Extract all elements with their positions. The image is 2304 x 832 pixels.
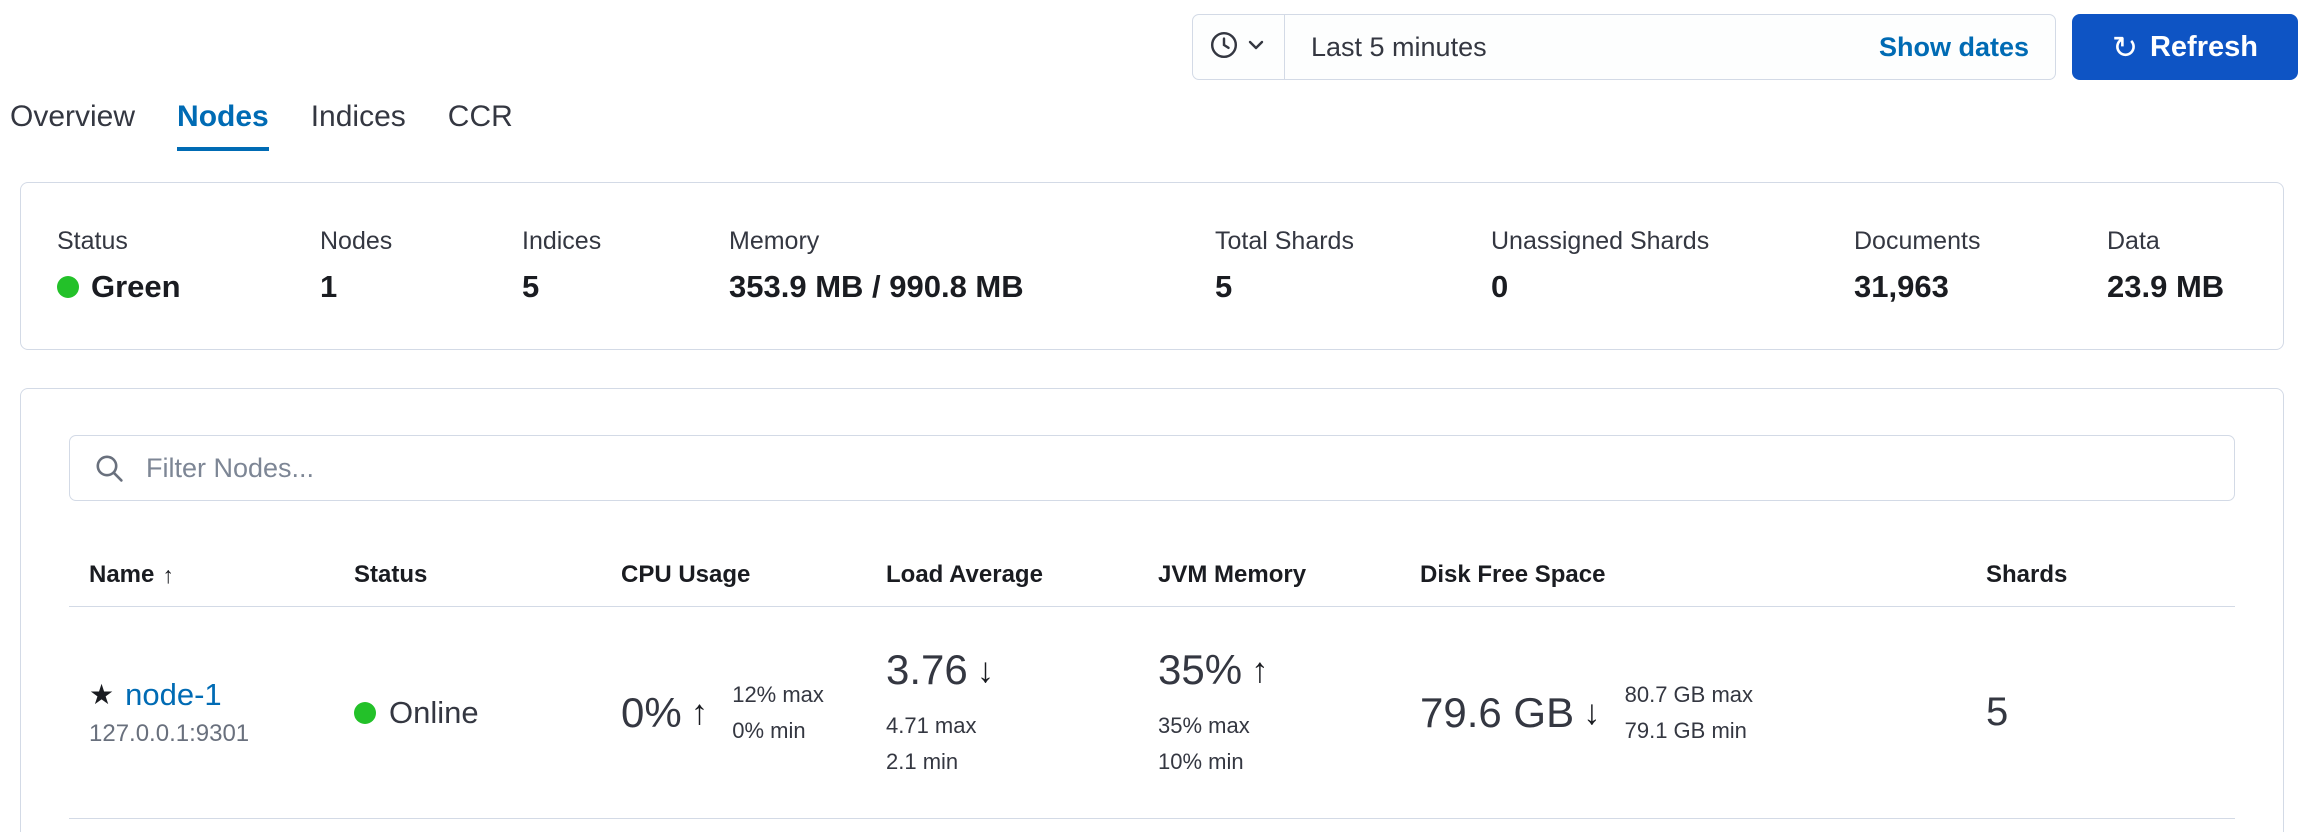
disk-free-space-value: 79.6 GB — [1420, 689, 1574, 737]
refresh-button[interactable]: ↻ Refresh — [2072, 14, 2298, 80]
node-name-cell: ★ node-1 127.0.0.1:9301 — [69, 677, 354, 748]
stat-label: Nodes — [320, 227, 522, 256]
search-icon — [93, 452, 125, 489]
node-status-cell: Online — [354, 695, 621, 731]
stat-indices: Indices 5 — [522, 227, 729, 305]
column-header-disk-free-space[interactable]: Disk Free Space — [1420, 561, 1986, 589]
stat-nodes: Nodes 1 — [320, 227, 522, 305]
tab-nodes[interactable]: Nodes — [177, 100, 269, 151]
stat-documents: Documents 31,963 — [1854, 227, 2107, 305]
node-status-text: Online — [389, 695, 479, 731]
node-address: 127.0.0.1:9301 — [89, 720, 354, 748]
stat-label: Indices — [522, 227, 729, 256]
filter-nodes-search — [69, 435, 2235, 501]
trend-down-icon: ↓ — [1583, 695, 1601, 730]
health-status-dot — [57, 276, 79, 298]
shards-value: 5 — [1986, 690, 2008, 734]
column-header-jvm-memory[interactable]: JVM Memory — [1158, 561, 1420, 589]
time-picker-menu-button[interactable] — [1193, 15, 1285, 79]
refresh-button-label: Refresh — [2150, 31, 2258, 64]
load-average-cell: 3.76 ↓ 4.71 max 2.1 min — [886, 646, 1158, 778]
cpu-usage-minmax: 12% max 0% min — [732, 677, 824, 747]
disk-free-space-minmax: 80.7 GB max 79.1 GB min — [1625, 677, 1753, 747]
column-header-cpu-usage[interactable]: CPU Usage — [621, 561, 886, 589]
disk-free-space-max: 80.7 GB max — [1625, 677, 1753, 712]
trend-up-icon: ↑ — [1251, 653, 1269, 688]
column-header-load-average[interactable]: Load Average — [886, 561, 1158, 589]
jvm-memory-cell: 35% ↑ 35% max 10% min — [1158, 646, 1420, 778]
stat-data: Data 23.9 MB — [2107, 227, 2224, 305]
jvm-memory-minmax: 35% max 10% min — [1158, 708, 1420, 778]
nodes-panel: Name ↑ Status CPU Usage Load Average JVM… — [20, 388, 2284, 832]
stat-status: Status Green — [57, 227, 320, 305]
cluster-monitoring-page: Last 5 minutes Show dates ↻ Refresh Over… — [0, 0, 2304, 832]
stat-value: 23.9 MB — [2107, 269, 2224, 305]
load-average-minmax: 4.71 max 2.1 min — [886, 708, 1158, 778]
filter-nodes-input[interactable] — [69, 435, 2235, 501]
tab-overview[interactable]: Overview — [10, 100, 135, 151]
column-header-name[interactable]: Name ↑ — [69, 561, 354, 589]
stat-label: Total Shards — [1215, 227, 1491, 256]
chevron-down-icon — [1244, 33, 1268, 62]
tab-indices[interactable]: Indices — [311, 100, 406, 151]
online-status-dot — [354, 702, 376, 724]
refresh-icon: ↻ — [2112, 32, 2138, 63]
stat-value: 1 — [320, 269, 522, 305]
clock-icon — [1209, 30, 1239, 65]
time-range-picker[interactable]: Last 5 minutes Show dates — [1192, 14, 2056, 80]
tab-ccr[interactable]: CCR — [448, 100, 513, 151]
cpu-usage-min: 0% min — [732, 713, 824, 748]
stat-label: Documents — [1854, 227, 2107, 256]
cpu-usage-value: 0% — [621, 689, 682, 737]
stat-value: 353.9 MB / 990.8 MB — [729, 269, 1215, 305]
load-average-max: 4.71 max — [886, 708, 1158, 743]
cluster-summary-panel: Status Green Nodes 1 Indices 5 Memory 35… — [20, 182, 2284, 350]
stat-value: Green — [57, 269, 320, 305]
time-range-value[interactable]: Last 5 minutes — [1285, 32, 1879, 63]
stat-memory: Memory 353.9 MB / 990.8 MB — [729, 227, 1215, 305]
show-dates-link[interactable]: Show dates — [1879, 32, 2055, 63]
stat-label: Memory — [729, 227, 1215, 256]
tabs: Overview Nodes Indices CCR — [10, 100, 513, 151]
stat-total-shards: Total Shards 5 — [1215, 227, 1491, 305]
table-header-row: Name ↑ Status CPU Usage Load Average JVM… — [69, 561, 2235, 607]
node-link[interactable]: node-1 — [125, 677, 222, 713]
trend-up-icon: ↑ — [691, 695, 709, 730]
topbar: Last 5 minutes Show dates ↻ Refresh — [0, 14, 2298, 80]
jvm-memory-max: 35% max — [1158, 708, 1420, 743]
stat-unassigned-shards: Unassigned Shards 0 — [1491, 227, 1854, 305]
jvm-memory-min: 10% min — [1158, 744, 1420, 779]
disk-free-space-min: 79.1 GB min — [1625, 713, 1753, 748]
shards-cell: 5 — [1986, 690, 2235, 735]
column-header-shards[interactable]: Shards — [1986, 561, 2235, 589]
star-icon[interactable]: ★ — [89, 681, 114, 709]
stat-value: 5 — [522, 269, 729, 305]
stat-label: Unassigned Shards — [1491, 227, 1854, 256]
trend-down-icon: ↓ — [977, 653, 995, 688]
stat-label: Data — [2107, 227, 2224, 256]
sort-ascending-icon: ↑ — [162, 562, 174, 589]
stat-value: 5 — [1215, 269, 1491, 305]
jvm-memory-value: 35% — [1158, 646, 1242, 694]
disk-free-space-cell: 79.6 GB ↓ 80.7 GB max 79.1 GB min — [1420, 677, 1986, 747]
load-average-min: 2.1 min — [886, 744, 1158, 779]
stat-label: Status — [57, 227, 320, 256]
column-header-status[interactable]: Status — [354, 561, 621, 589]
cpu-usage-max: 12% max — [732, 677, 824, 712]
stat-value: 0 — [1491, 269, 1854, 305]
health-status-text: Green — [91, 269, 181, 305]
column-header-label: Name — [89, 561, 154, 589]
table-row: ★ node-1 127.0.0.1:9301 Online 0% ↑ 12% … — [69, 607, 2235, 819]
cpu-usage-cell: 0% ↑ 12% max 0% min — [621, 677, 886, 747]
load-average-value: 3.76 — [886, 646, 968, 694]
stat-value: 31,963 — [1854, 269, 2107, 305]
